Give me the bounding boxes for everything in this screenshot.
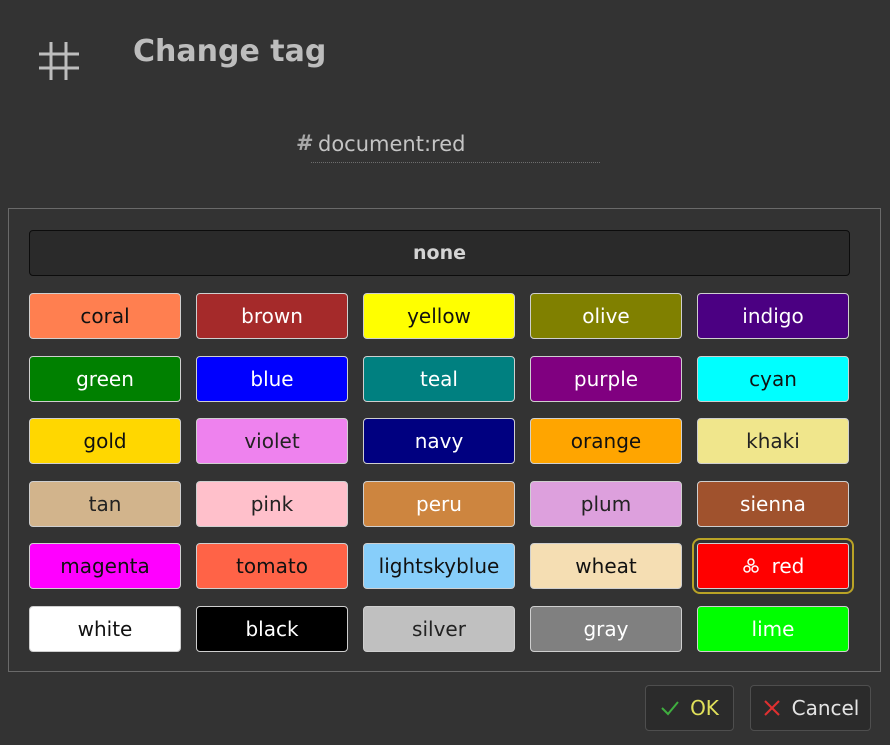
color-swatch-brown[interactable]: brown (196, 293, 348, 339)
cancel-button[interactable]: Cancel (750, 685, 871, 731)
cluster-icon (742, 558, 759, 573)
color-swatch-khaki[interactable]: khaki (697, 418, 849, 464)
color-swatch-gray[interactable]: gray (530, 605, 682, 652)
check-icon (661, 701, 679, 716)
color-swatch-label: navy (414, 429, 464, 453)
x-icon (763, 700, 780, 716)
cancel-label: Cancel (791, 696, 860, 720)
color-swatch-olive[interactable]: olive (530, 293, 682, 339)
color-swatch-label: yellow (407, 304, 471, 328)
color-swatch-tomato[interactable]: tomato (196, 543, 348, 589)
color-swatch-black[interactable]: black (196, 605, 348, 652)
color-swatch-green[interactable]: green (29, 355, 181, 402)
color-swatch-lightskyblue[interactable]: lightskyblue (363, 543, 515, 589)
none-color-label: none (413, 242, 466, 264)
color-swatch-blue[interactable]: blue (196, 355, 348, 402)
color-swatch-label: magenta (60, 554, 150, 578)
color-swatch-coral[interactable]: coral (29, 293, 181, 339)
color-swatch-label: teal (420, 366, 458, 391)
ok-button[interactable]: OK (645, 685, 734, 731)
color-swatch-tan[interactable]: tan (29, 480, 181, 527)
color-swatch-label: plum (580, 491, 632, 516)
dialog-title: Change tag (133, 34, 327, 69)
color-swatch-violet[interactable]: violet (196, 418, 348, 464)
color-swatch-label: olive (582, 304, 630, 328)
color-swatch-label: tomato (236, 554, 308, 578)
color-swatch-indigo[interactable]: indigo (697, 293, 849, 339)
color-swatch-label: sienna (740, 491, 806, 516)
color-swatch-label: coral (80, 304, 130, 328)
color-palette: none coral brown yellow olive indigo green blu… (8, 208, 881, 672)
color-swatch-label: purple (573, 366, 639, 391)
color-swatch-orange[interactable]: orange (530, 418, 682, 464)
color-swatch-label: blue (250, 366, 294, 391)
ok-label: OK (690, 696, 719, 720)
none-color-button[interactable]: none (29, 230, 850, 276)
color-swatch-sienna[interactable]: sienna (697, 480, 849, 527)
color-swatch-silver[interactable]: silver (363, 605, 515, 652)
color-swatch-lime[interactable]: lime (697, 605, 849, 652)
hash-icon (39, 42, 79, 80)
color-swatch-label: lime (751, 616, 795, 641)
color-swatch-label: red (771, 554, 805, 578)
color-swatch-label: violet (244, 429, 300, 453)
tag-input[interactable] (311, 126, 600, 163)
color-swatch-peru[interactable]: peru (363, 480, 515, 527)
color-swatch-label: green (76, 366, 134, 391)
color-swatch-label: pink (250, 491, 294, 516)
color-swatch-label: tan (88, 491, 122, 516)
color-swatch-purple[interactable]: purple (530, 355, 682, 402)
color-swatch-cyan[interactable]: cyan (697, 355, 849, 402)
color-swatch-label: black (245, 616, 299, 641)
color-swatch-label: peru (416, 491, 462, 516)
color-swatch-label: orange (570, 429, 642, 453)
color-swatch-label: khaki (746, 429, 800, 453)
color-swatch-label: cyan (749, 366, 797, 391)
color-swatch-plum[interactable]: plum (530, 480, 682, 527)
color-swatch-yellow[interactable]: yellow (363, 293, 515, 339)
color-swatch-white[interactable]: white (29, 605, 181, 652)
color-swatch-pink[interactable]: pink (196, 480, 348, 527)
color-swatch-navy[interactable]: navy (363, 418, 515, 464)
color-swatch-label: white (77, 616, 133, 641)
color-swatch-label: wheat (575, 554, 637, 578)
color-swatch-teal[interactable]: teal (363, 355, 515, 402)
color-swatch-wheat[interactable]: wheat (530, 543, 682, 589)
change-tag-dialog: Change tag # none coralbrownyellowolivei… (0, 0, 890, 745)
color-swatch-red[interactable]: red (692, 538, 854, 594)
color-swatch-label: gold (83, 429, 127, 453)
color-swatch-magenta[interactable]: magenta (29, 543, 181, 589)
color-swatch-label: lightskyblue (378, 554, 500, 578)
color-swatch-label: silver (412, 616, 466, 641)
color-swatch-label: gray (583, 616, 629, 641)
color-swatch-gold[interactable]: gold (29, 418, 181, 464)
color-swatch-label: indigo (742, 304, 804, 328)
color-swatch-label: brown (241, 304, 303, 328)
